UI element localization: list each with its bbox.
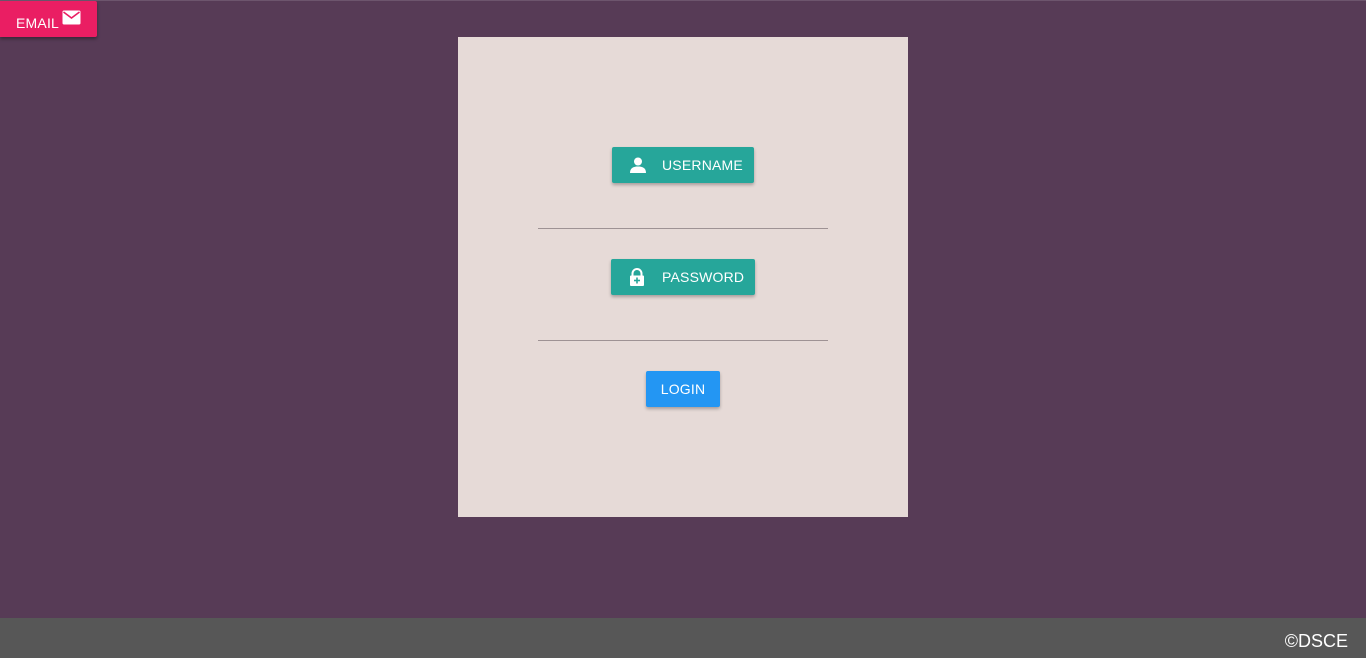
login-card: USERNAME PASSWORD LOGIN bbox=[458, 37, 908, 517]
username-button-label: USERNAME bbox=[662, 157, 743, 173]
footer: ©DSCE bbox=[0, 618, 1366, 658]
person-icon bbox=[629, 156, 647, 174]
password-button[interactable]: PASSWORD bbox=[611, 259, 755, 295]
email-button[interactable]: EMAIL bbox=[0, 1, 97, 37]
password-button-label: PASSWORD bbox=[662, 269, 745, 285]
login-button[interactable]: LOGIN bbox=[646, 371, 720, 407]
login-button-label: LOGIN bbox=[660, 381, 706, 397]
username-input[interactable] bbox=[538, 205, 828, 229]
copyright-text: ©DSCE bbox=[1284, 631, 1348, 651]
password-input[interactable] bbox=[538, 317, 828, 341]
lock-icon bbox=[628, 268, 646, 286]
username-button[interactable]: USERNAME bbox=[612, 147, 754, 183]
top-divider bbox=[0, 0, 1366, 1]
email-button-label: EMAIL bbox=[16, 15, 60, 31]
mail-icon bbox=[62, 10, 81, 25]
